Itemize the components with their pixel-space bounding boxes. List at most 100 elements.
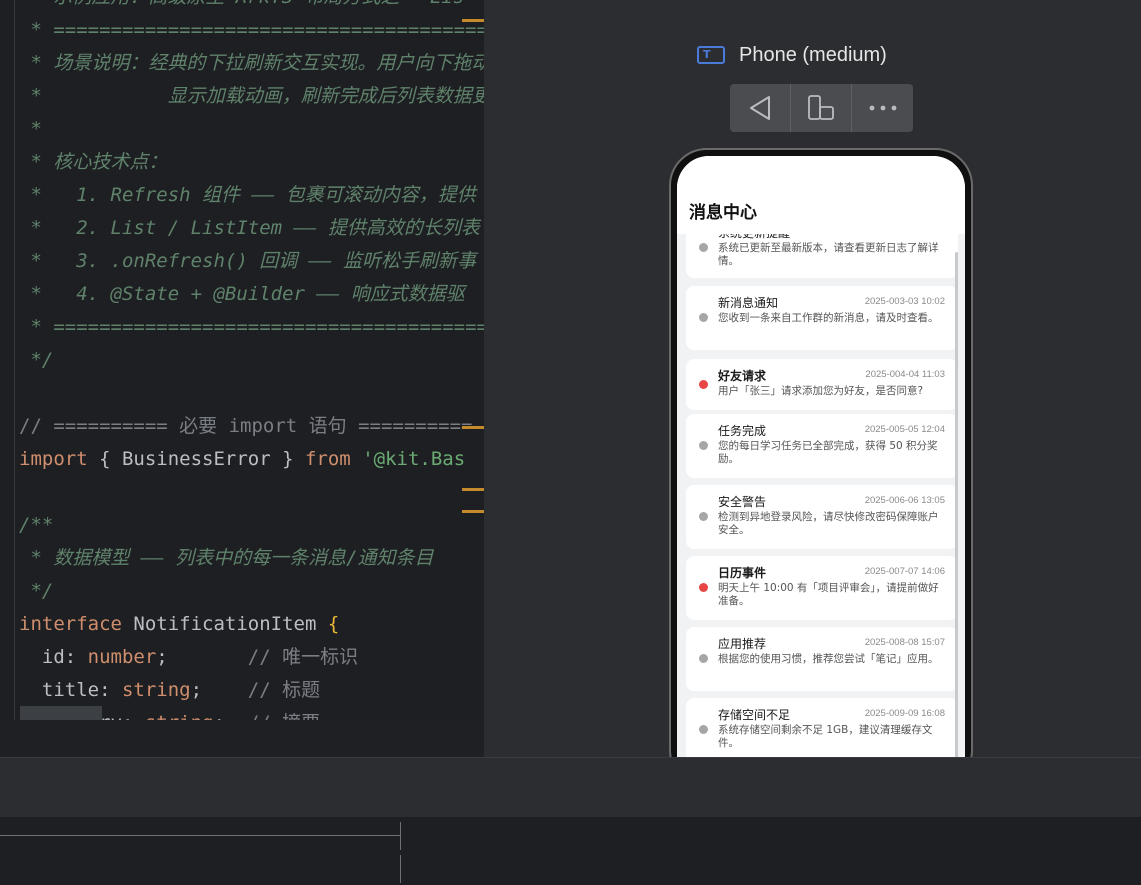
code-token: ; — [213, 712, 247, 720]
scroll-marker — [462, 510, 484, 513]
bottom-panel — [0, 817, 1141, 885]
code-token: '@kit.Bas — [350, 448, 466, 470]
list-item[interactable]: 任务完成 2025-005-05 12:04 您的每日学习任务已全部完成，获得 50… — [686, 414, 958, 478]
code-token: * ======================================… — [30, 19, 484, 41]
divider — [0, 835, 401, 836]
list-item[interactable]: 好友请求 2025-004-04 11:03 用户「张三」请求添加您为好友，是否同意… — [686, 359, 958, 410]
rotate-button[interactable] — [791, 84, 852, 132]
app-header: 消息中心 — [677, 156, 965, 234]
list-item[interactable]: 新消息通知 2025-003-03 10:02 您收到一条来自工作群的新消息，请及时… — [686, 286, 958, 350]
code-line: * 2. List / ListItem —— 提供高效的长列表 — [19, 212, 484, 245]
code-token: */ — [19, 349, 54, 371]
code-line: * 4. @State + @Builder —— 响应式数据驱 — [19, 278, 484, 311]
code-token: * 核心技术点： — [19, 151, 168, 173]
scroll-marker — [462, 426, 484, 429]
code-line: id: number; // 唯一标识 — [19, 641, 484, 674]
code-line: * 示例应用：高级原生 ArkTS 布局方式之一 Lis — [19, 0, 484, 14]
item-summary: 用户「张三」请求添加您为好友，是否同意? — [718, 385, 924, 397]
device-rotate-icon — [808, 95, 834, 120]
code-token: * ======================================… — [30, 316, 484, 338]
code-line: * ======================================… — [19, 311, 484, 344]
list-item[interactable]: 存储空间不足 2025-009-09 16:08 系统存储空间剩余不足 1GB，建议… — [686, 698, 958, 757]
list-item[interactable]: 应用推荐 2025-008-08 15:07 根据您的使用习惯，推荐您尝试「笔记」应… — [686, 627, 958, 691]
item-time: 2025-004-04 11:03 — [865, 369, 945, 380]
code-line: * 3. .onRefresh() 回调 —— 监听松手刷新事 — [19, 245, 484, 278]
phone-screen[interactable]: 消息中心 系统更新提醒2025-002-02 09:01系统已更新至最新版本，请… — [677, 156, 965, 757]
code-line: * 核心技术点： — [19, 146, 484, 179]
triangle-left-icon — [750, 96, 770, 120]
bottom-toolbar — [0, 757, 1141, 818]
code-line: // ========== 必要 import 语句 ========== — [19, 410, 484, 443]
item-title: 存储空间不足 — [718, 708, 791, 722]
code-token: { — [327, 613, 340, 635]
code-line: /** — [19, 509, 484, 542]
read-dot — [699, 512, 708, 521]
item-time: 2025-006-06 13:05 — [864, 495, 945, 506]
list-item[interactable]: 安全警告 2025-006-06 13:05 检测到异地登录风险，请尽快修改密码保障… — [686, 485, 958, 549]
scroll-marker — [462, 19, 484, 22]
unread-dot — [699, 380, 708, 389]
code-token: id: — [19, 646, 88, 668]
code-token: { BusinessError } — [87, 448, 305, 470]
item-summary: 您的每日学习任务已全部完成，获得 50 积分奖励。 — [718, 440, 938, 465]
code-line: * 1. Refresh 组件 —— 包裹可滚动内容，提供 — [19, 179, 484, 212]
code-line: * — [19, 113, 484, 146]
code-line: */ — [19, 344, 484, 377]
item-title: 好友请求 — [718, 369, 767, 383]
preview-toolbar — [730, 84, 913, 132]
text-box-icon: T — [697, 46, 725, 64]
item-title: 新消息通知 — [718, 296, 779, 310]
code-line: * 场景说明：经典的下拉刷新交互实现。用户向下拖动 — [19, 47, 484, 80]
code-line: import { BusinessError } from '@kit.Bas — [19, 443, 484, 476]
device-title: T Phone (medium) — [697, 42, 887, 68]
code-token: * 2. List / ListItem —— 提供高效的长列表 — [19, 217, 480, 239]
item-title: 任务完成 — [718, 424, 767, 438]
code-token: string — [121, 679, 191, 701]
divider — [400, 855, 401, 883]
scroll-marker — [462, 488, 484, 491]
code-token: ; — [190, 679, 248, 701]
code-line: interface NotificationItem { — [19, 608, 484, 641]
item-summary: 您收到一条来自工作群的新消息，请及时查看。 — [718, 312, 939, 324]
list-scrollbar[interactable] — [955, 252, 958, 757]
read-dot — [699, 243, 708, 252]
code-token: * 场景说明：经典的下拉刷新交互实现。用户向下拖动 — [19, 52, 484, 74]
code-token: * 显示加载动画，刷新完成后列表数据更 — [19, 85, 484, 107]
code-token: * 示例应用：高级原生 ArkTS 布局方式之一 Lis — [19, 0, 464, 8]
code-token: // ========== 必要 import 语句 ========== — [19, 415, 473, 437]
more-button[interactable] — [852, 84, 913, 132]
item-time: 2025-005-05 12:04 — [864, 424, 945, 435]
device-name: Phone (medium) — [739, 43, 887, 66]
editor-gutter — [14, 0, 15, 720]
code-token: * — [19, 118, 42, 140]
code-token: /** — [19, 514, 54, 536]
list-item[interactable]: 日历事件 2025-007-07 14:06 明天上午 10:00 有「项目评审会」… — [686, 556, 958, 620]
code-token: // 标题 — [247, 679, 321, 701]
item-time: 2025-007-07 14:06 — [864, 566, 945, 577]
read-dot — [699, 441, 708, 450]
previewer-panel: T Phone (medium) 消息中心 系统更新提醒2025-002-02 … — [484, 0, 1141, 757]
code-token: * 3. .onRefresh() 回调 —— 监听松手刷新事 — [19, 250, 476, 272]
code-token: import — [19, 448, 88, 470]
code-line: * 数据模型 —— 列表中的每一条消息/通知条目 — [19, 542, 484, 575]
code-token: NotificationItem — [121, 613, 328, 635]
item-summary: 检测到异地登录风险，请尽快修改密码保障账户安全。 — [718, 511, 939, 536]
code-token: title: — [19, 679, 122, 701]
code-text[interactable]: * 示例应用：高级原生 ArkTS 布局方式之一 Lis * =========… — [19, 0, 484, 720]
code-editor[interactable]: * 示例应用：高级原生 ArkTS 布局方式之一 Lis * =========… — [0, 0, 484, 720]
item-time: 2025-009-09 16:08 — [864, 708, 945, 719]
item-title: 应用推荐 — [718, 637, 767, 651]
code-token: // 摘要 — [248, 712, 320, 720]
editor-horizontal-scrollbar[interactable] — [20, 706, 102, 720]
code-line: title: string; // 标题 — [19, 674, 484, 707]
code-token: * 1. Refresh 组件 —— 包裹可滚动内容，提供 — [19, 184, 476, 206]
code-token: string — [145, 712, 214, 720]
item-summary: 系统已更新至最新版本，请查看更新日志了解详情。 — [718, 242, 939, 267]
item-title: 安全警告 — [718, 495, 767, 509]
code-token: from — [304, 448, 351, 470]
read-dot — [699, 654, 708, 663]
read-dot — [699, 725, 708, 734]
code-token: */ — [19, 580, 54, 602]
back-button[interactable] — [730, 84, 791, 132]
